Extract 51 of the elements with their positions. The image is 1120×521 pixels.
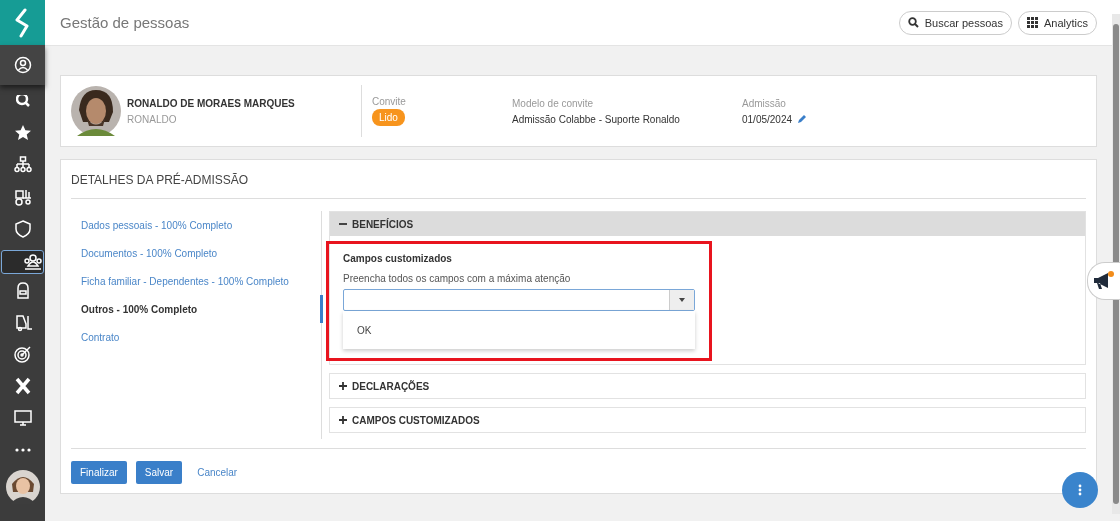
shield-icon [12,219,33,239]
cancel-link[interactable]: Cancelar [191,467,244,478]
pencil-icon[interactable] [797,114,808,124]
plus-icon [339,382,347,390]
person-nickname: RONALDO [127,113,178,125]
field-label: Modelo de convite [512,97,595,109]
scrollbar[interactable] [1112,14,1120,514]
sidebar-item[interactable] [0,45,45,85]
person-name: RONALDO DE MORAES MARQUES [127,97,295,109]
select-field[interactable] [343,289,695,312]
announcement-button[interactable] [1087,262,1120,300]
search-icon [15,95,30,107]
field-label: Convite [372,96,407,107]
header-button[interactable]: Analytics [1017,10,1097,35]
field-value: 01/05/2024 [742,113,793,125]
org-icon [12,155,33,175]
section-title: DETALHES DA PRÉ-ADMISSÃO [71,160,1086,199]
tractor-icon [12,187,33,207]
step-link[interactable]: Ficha familiar - Dependentes - 100% Completo [71,267,323,295]
dropdown-button[interactable] [669,290,694,311]
step-link[interactable]: Documentos - 100% Completo [71,239,323,267]
accordion-header[interactable]: DECLARAÇÕES [330,374,1085,398]
more-icon [1078,484,1082,496]
action-button[interactable]: Salvar [135,461,183,484]
accordion-header[interactable]: BENEFÍCIOS [330,212,1085,236]
field-value: Admissão Colabbe - Suporte Ronaldo [512,113,681,125]
more-icon [14,448,31,452]
step-link[interactable]: Outros - 100% Completo [71,295,323,323]
field-label: Preencha todos os campos com a máxima atenção [343,273,572,284]
field-label: Admissão [742,97,787,109]
profile-icon [12,55,33,75]
minus-icon [339,220,347,228]
page-title: Gestão de pessoas [60,14,190,31]
monitor-icon [12,408,33,428]
header-button[interactable]: Buscar pessoas [898,10,1012,35]
megaphone-icon [1093,271,1115,291]
step-link[interactable]: Contrato [71,323,323,351]
form-heading: Campos customizados [343,253,453,264]
target-icon [12,344,33,364]
search-icon [907,17,919,28]
caret-icon [679,298,685,303]
team-icon [23,252,43,272]
step-link[interactable]: Dados pessoais - 100% Completo [71,211,323,239]
more-button[interactable] [1062,472,1098,508]
grid-icon [1026,17,1038,28]
status-badge: Lido [372,109,405,126]
dropdown-option[interactable]: OK [343,324,372,336]
action-button[interactable]: Finalizar [71,461,127,484]
sidebar-item[interactable] [1,250,44,274]
plus-icon [339,416,347,424]
accordion-header[interactable]: CAMPOS CUSTOMIZADOS [330,408,1085,432]
